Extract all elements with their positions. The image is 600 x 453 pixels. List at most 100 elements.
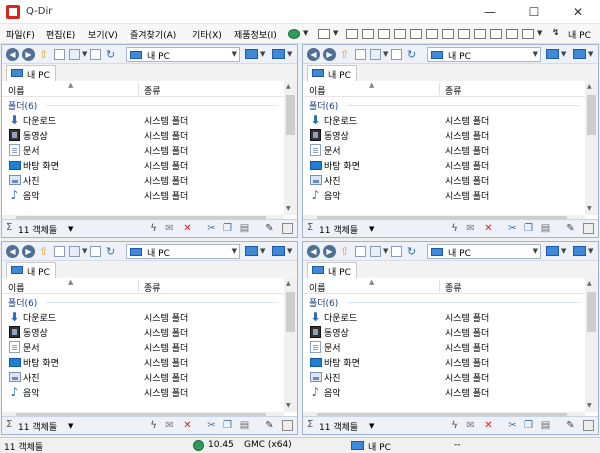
chevron-down-icon[interactable]: ▼ — [68, 225, 73, 233]
column-divider[interactable] — [439, 280, 440, 292]
properties-icon[interactable] — [282, 223, 293, 234]
layout-split-icon[interactable] — [410, 29, 422, 39]
list-item[interactable]: ♪ 음악 시스템 폴더 — [303, 385, 585, 400]
mail-icon[interactable]: ✉ — [164, 420, 175, 431]
delete-icon[interactable]: ✕ — [483, 420, 494, 431]
refresh-icon[interactable]: ↻ — [106, 49, 117, 60]
cut-icon[interactable]: ✂ — [206, 223, 217, 234]
view-mode-icon[interactable] — [69, 246, 80, 257]
mail-icon[interactable]: ✉ — [164, 223, 175, 234]
paste-icon[interactable]: ▤ — [239, 420, 250, 431]
chevron-down-icon[interactable]: ▼ — [260, 247, 265, 255]
forward-icon[interactable]: ▶ — [22, 245, 35, 258]
up-folder-icon[interactable]: ⇧ — [39, 49, 50, 60]
list-item[interactable]: 사진 시스템 폴더 — [2, 370, 284, 385]
list-item[interactable]: 바탕 화면 시스템 폴더 — [2, 158, 284, 173]
list-item[interactable]: 바탕 화면 시스템 폴더 — [303, 355, 585, 370]
columns-icon[interactable] — [90, 49, 101, 60]
paste-icon[interactable]: ▤ — [239, 223, 250, 234]
list-item[interactable]: ⬇ 다운로드 시스템 폴더 — [303, 113, 585, 128]
cut-icon[interactable]: ✂ — [507, 223, 518, 234]
column-divider[interactable] — [138, 280, 139, 292]
list-item[interactable]: ♪ 음악 시스템 폴더 — [2, 188, 284, 203]
vertical-scrollbar[interactable]: ▲ ▼ — [284, 81, 297, 215]
delete-icon[interactable]: ✕ — [182, 420, 193, 431]
list-item[interactable]: 동영상 시스템 폴더 — [303, 128, 585, 143]
scroll-up-icon[interactable]: ▲ — [286, 280, 291, 287]
layout-columns-icon[interactable] — [378, 29, 390, 39]
rename-icon[interactable]: ✎ — [264, 223, 275, 234]
group-header[interactable]: 폴더(6) — [309, 296, 583, 309]
quick-links-icon[interactable]: ↯ — [552, 28, 564, 38]
vertical-scrollbar[interactable]: ▲ ▼ — [585, 81, 598, 215]
view-mode-icon[interactable] — [370, 49, 381, 60]
group-header[interactable]: 폴더(6) — [309, 99, 583, 112]
tab-my-pc[interactable]: 내 PC — [6, 65, 56, 81]
new-folder-icon[interactable] — [355, 246, 366, 257]
monitor-alt-icon[interactable] — [573, 246, 586, 256]
layout-quad-alt-icon[interactable] — [442, 29, 454, 39]
refresh-icon[interactable]: ↻ — [407, 246, 418, 257]
chevron-down-icon[interactable]: ▼ — [533, 50, 538, 58]
columns-icon[interactable] — [90, 246, 101, 257]
tab-my-pc[interactable]: 내 PC — [307, 262, 357, 278]
column-name[interactable]: 이름 — [309, 84, 326, 97]
paste-icon[interactable]: ▤ — [540, 223, 551, 234]
layout-grid-icon[interactable] — [362, 29, 374, 39]
address-bar[interactable]: 내 PC ▼ — [126, 47, 240, 62]
chevron-down-icon[interactable]: ▼ — [303, 29, 308, 37]
chevron-down-icon[interactable]: ▼ — [588, 247, 593, 255]
lightning-icon[interactable]: ϟ — [449, 223, 460, 234]
scroll-down-icon[interactable]: ▼ — [587, 402, 592, 409]
layout-wide-icon[interactable] — [458, 29, 470, 39]
scroll-thumb[interactable] — [286, 95, 295, 135]
minimize-button[interactable]: — — [468, 0, 512, 24]
scroll-thumb[interactable] — [286, 292, 295, 332]
layout-list-icon[interactable] — [346, 29, 358, 39]
scroll-thumb[interactable] — [587, 95, 596, 135]
column-divider[interactable] — [439, 83, 440, 95]
lightning-icon[interactable]: ϟ — [148, 223, 159, 234]
mail-icon[interactable]: ✉ — [465, 223, 476, 234]
chevron-down-icon[interactable]: ▼ — [533, 247, 538, 255]
layout-single-icon[interactable] — [490, 29, 502, 39]
scroll-up-icon[interactable]: ▲ — [587, 83, 592, 90]
layout-dual-icon[interactable] — [506, 29, 518, 39]
properties-icon[interactable] — [583, 223, 594, 234]
refresh-icon[interactable]: ↻ — [407, 49, 418, 60]
rename-icon[interactable]: ✎ — [264, 420, 275, 431]
tab-my-pc[interactable]: 내 PC — [6, 262, 56, 278]
close-button[interactable]: ✕ — [556, 0, 600, 24]
copy-icon[interactable]: ❐ — [523, 223, 534, 234]
address-bar[interactable]: 내 PC ▼ — [427, 47, 541, 62]
address-bar[interactable]: 내 PC ▼ — [427, 244, 541, 259]
columns-icon[interactable] — [391, 246, 402, 257]
group-header[interactable]: 폴더(6) — [8, 296, 282, 309]
list-item[interactable]: ♪ 음악 시스템 폴더 — [303, 188, 585, 203]
scroll-up-icon[interactable]: ▲ — [587, 280, 592, 287]
list-item[interactable]: 동영상 시스템 폴더 — [2, 325, 284, 340]
scroll-thumb[interactable] — [587, 292, 596, 332]
back-icon[interactable]: ◀ — [307, 48, 320, 61]
chevron-down-icon[interactable]: ▼ — [260, 50, 265, 58]
list-item[interactable]: 바탕 화면 시스템 폴더 — [2, 355, 284, 370]
monitor-icon[interactable] — [245, 49, 258, 59]
monitor-alt-icon[interactable] — [573, 49, 586, 59]
list-item[interactable]: 바탕 화면 시스템 폴더 — [303, 158, 585, 173]
monitor-alt-icon[interactable] — [272, 49, 285, 59]
chevron-down-icon[interactable]: ▼ — [383, 247, 388, 255]
chevron-down-icon[interactable]: ▼ — [68, 422, 73, 430]
list-item[interactable]: 동영상 시스템 폴더 — [303, 325, 585, 340]
menu-extra[interactable]: 기타(X) — [192, 28, 222, 41]
chevron-down-icon[interactable]: ▼ — [287, 50, 292, 58]
list-item[interactable]: 사진 시스템 폴더 — [303, 370, 585, 385]
list-item[interactable]: 문서 시스템 폴더 — [303, 143, 585, 158]
list-item[interactable]: ⬇ 다운로드 시스템 폴더 — [2, 113, 284, 128]
back-icon[interactable]: ◀ — [6, 48, 19, 61]
monitor-alt-icon[interactable] — [272, 246, 285, 256]
column-divider[interactable] — [138, 83, 139, 95]
scroll-down-icon[interactable]: ▼ — [587, 205, 592, 212]
list-item[interactable]: 동영상 시스템 폴더 — [2, 128, 284, 143]
chevron-down-icon[interactable]: ▼ — [369, 422, 374, 430]
layout-quad-icon[interactable] — [318, 29, 330, 39]
